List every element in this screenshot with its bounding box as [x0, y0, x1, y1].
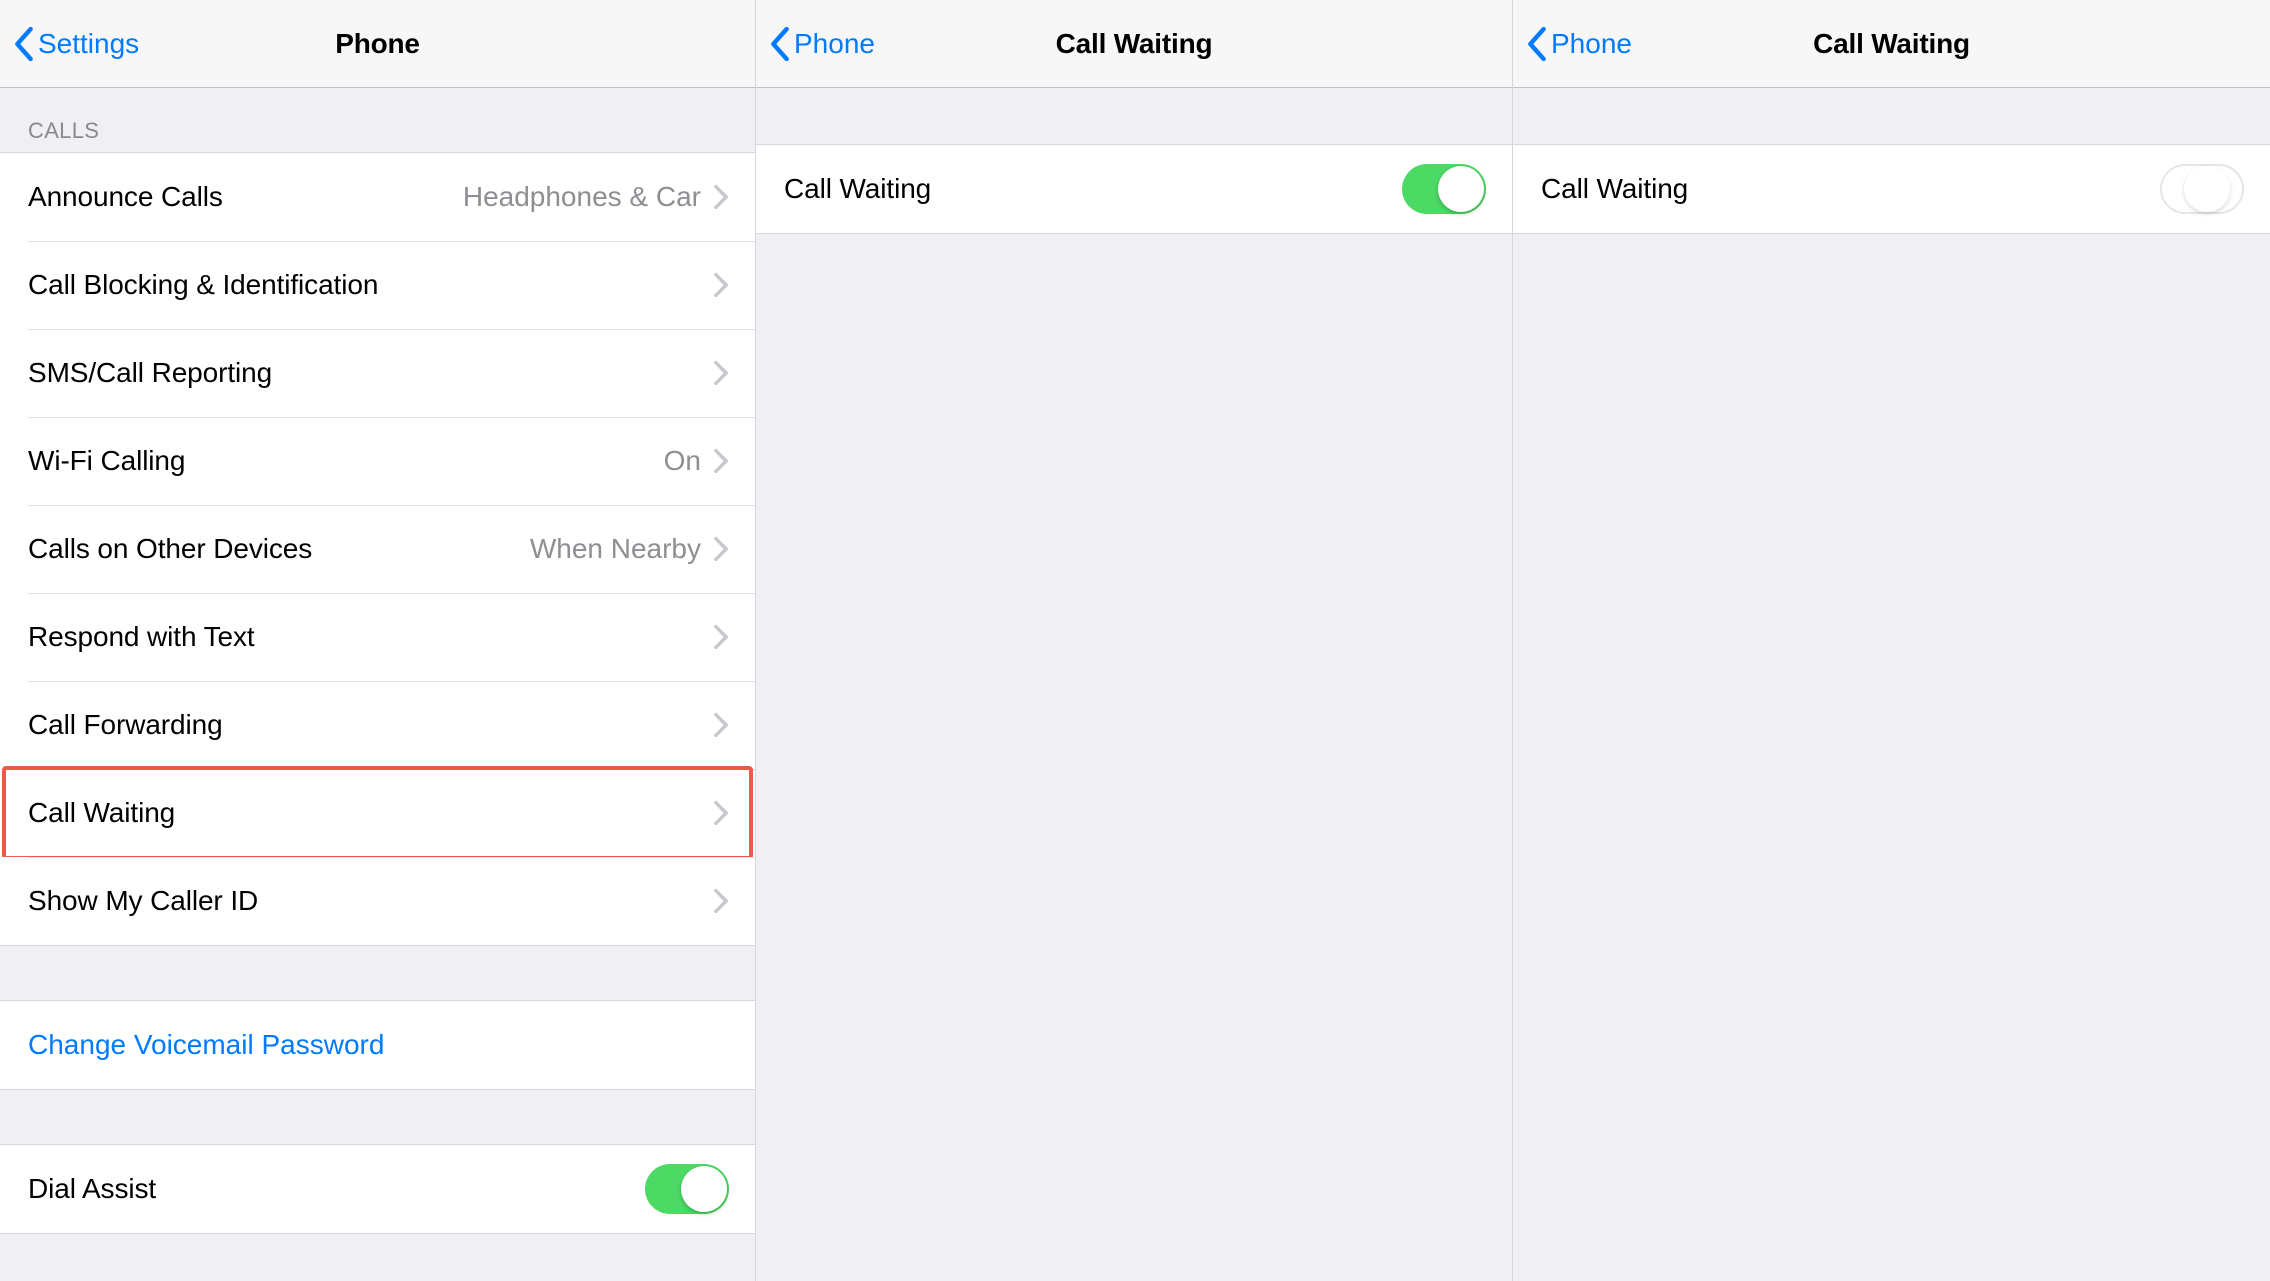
chevron-right-icon: [713, 712, 729, 738]
screen-call-waiting-on: Phone Call Waiting Call Waiting: [756, 0, 1513, 1281]
row-label: Dial Assist: [28, 1173, 156, 1205]
toggle-knob: [1438, 166, 1484, 212]
section-gap: [0, 946, 755, 1000]
chevron-left-icon: [1527, 27, 1547, 61]
row-call-waiting-toggle: Call Waiting: [756, 145, 1512, 233]
navbar: Settings Phone: [0, 0, 755, 88]
row-show-caller-id[interactable]: Show My Caller ID: [0, 857, 755, 945]
toggle-knob: [681, 1166, 727, 1212]
row-value: Headphones & Car: [463, 181, 701, 213]
screen-phone-settings: Settings Phone CALLS Announce Calls Head…: [0, 0, 756, 1281]
call-waiting-toggle[interactable]: [2160, 164, 2244, 214]
call-waiting-toggle[interactable]: [1402, 164, 1486, 214]
row-label: Change Voicemail Password: [28, 1029, 384, 1061]
row-dial-assist: Dial Assist: [0, 1145, 755, 1233]
chevron-left-icon: [770, 27, 790, 61]
row-label: Call Blocking & Identification: [28, 269, 378, 301]
row-label: Show My Caller ID: [28, 885, 258, 917]
screen-call-waiting-loading: Phone Call Waiting Call Waiting: [1513, 0, 2270, 1281]
row-label: SMS/Call Reporting: [28, 357, 272, 389]
row-label: Call Waiting: [784, 173, 931, 205]
nav-back-button[interactable]: Settings: [14, 0, 139, 88]
nav-back-button[interactable]: Phone: [770, 0, 875, 88]
row-sms-reporting[interactable]: SMS/Call Reporting: [0, 329, 755, 417]
chevron-right-icon: [713, 360, 729, 386]
row-announce-calls[interactable]: Announce Calls Headphones & Car: [0, 153, 755, 241]
row-value: On: [664, 445, 701, 477]
nav-back-button[interactable]: Phone: [1527, 0, 1632, 88]
row-label: Call Waiting: [28, 797, 175, 829]
dial-assist-toggle[interactable]: [645, 1164, 729, 1214]
section-gap: [0, 1090, 755, 1144]
chevron-right-icon: [713, 888, 729, 914]
chevron-right-icon: [713, 624, 729, 650]
call-waiting-list: Call Waiting: [756, 144, 1512, 234]
calls-list: Announce Calls Headphones & Car Call Blo…: [0, 152, 755, 946]
row-call-blocking[interactable]: Call Blocking & Identification: [0, 241, 755, 329]
row-wifi-calling[interactable]: Wi-Fi Calling On: [0, 417, 755, 505]
chevron-right-icon: [713, 800, 729, 826]
toggle-knob: [2184, 166, 2230, 212]
row-label: Respond with Text: [28, 621, 255, 653]
chevron-right-icon: [713, 536, 729, 562]
row-call-waiting[interactable]: Call Waiting: [0, 769, 755, 857]
row-respond-with-text[interactable]: Respond with Text: [0, 593, 755, 681]
voicemail-list: Change Voicemail Password: [0, 1000, 755, 1090]
dial-assist-list: Dial Assist: [0, 1144, 755, 1234]
navbar: Phone Call Waiting: [1513, 0, 2270, 88]
nav-back-label: Settings: [38, 28, 139, 60]
nav-back-label: Phone: [1551, 28, 1632, 60]
chevron-right-icon: [713, 184, 729, 210]
navbar: Phone Call Waiting: [756, 0, 1512, 88]
nav-back-label: Phone: [794, 28, 875, 60]
row-call-waiting-toggle: Call Waiting: [1513, 145, 2270, 233]
section-header-calls: CALLS: [0, 88, 755, 152]
row-label: Call Forwarding: [28, 709, 223, 741]
row-value: When Nearby: [530, 533, 701, 565]
chevron-left-icon: [14, 27, 34, 61]
row-label: Call Waiting: [1541, 173, 1688, 205]
row-change-voicemail-password[interactable]: Change Voicemail Password: [0, 1001, 755, 1089]
chevron-right-icon: [713, 272, 729, 298]
row-label: Calls on Other Devices: [28, 533, 312, 565]
row-call-forwarding[interactable]: Call Forwarding: [0, 681, 755, 769]
row-label: Announce Calls: [28, 181, 223, 213]
row-label: Wi-Fi Calling: [28, 445, 185, 477]
call-waiting-list: Call Waiting: [1513, 144, 2270, 234]
row-calls-other-devices[interactable]: Calls on Other Devices When Nearby: [0, 505, 755, 593]
chevron-right-icon: [713, 448, 729, 474]
